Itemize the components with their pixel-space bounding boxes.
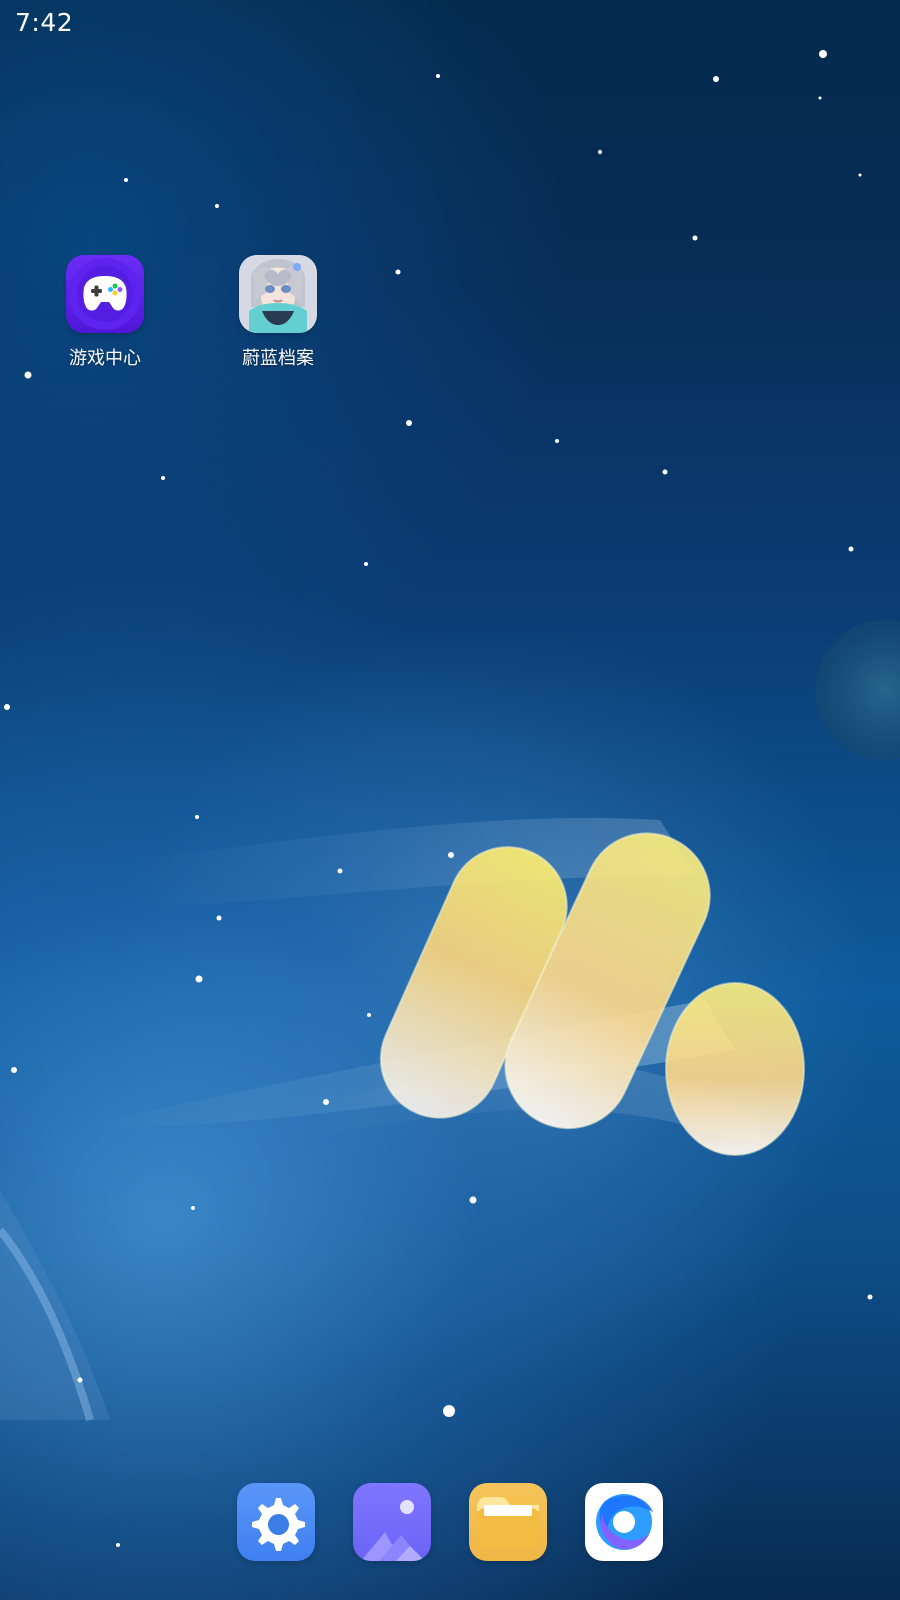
- app-game-center[interactable]: 游戏中心: [45, 255, 165, 370]
- dock-browser-button[interactable]: [585, 1483, 663, 1561]
- dock-settings-button[interactable]: [237, 1483, 315, 1561]
- page-indicator-dot: [443, 1405, 455, 1417]
- space-wallpaper: [0, 50, 900, 1547]
- dock-gallery-button[interactable]: [353, 1483, 431, 1561]
- gear-icon: [252, 1498, 305, 1551]
- folder-icon: [477, 1496, 539, 1548]
- browser-icon: [596, 1494, 653, 1550]
- status-time: 7:42: [15, 8, 74, 37]
- image-icon: [361, 1500, 425, 1561]
- app-label-game-center: 游戏中心: [69, 348, 141, 369]
- home-screen: 7:42 游戏中心 蔚蓝档案: [0, 0, 900, 1600]
- gamepad-icon[interactable]: [66, 255, 144, 333]
- anime-character-icon[interactable]: [239, 255, 317, 333]
- app-label-blue-archive: 蔚蓝档案: [242, 348, 314, 369]
- app-blue-archive[interactable]: 蔚蓝档案: [218, 255, 338, 370]
- dock-files-button[interactable]: [469, 1483, 547, 1561]
